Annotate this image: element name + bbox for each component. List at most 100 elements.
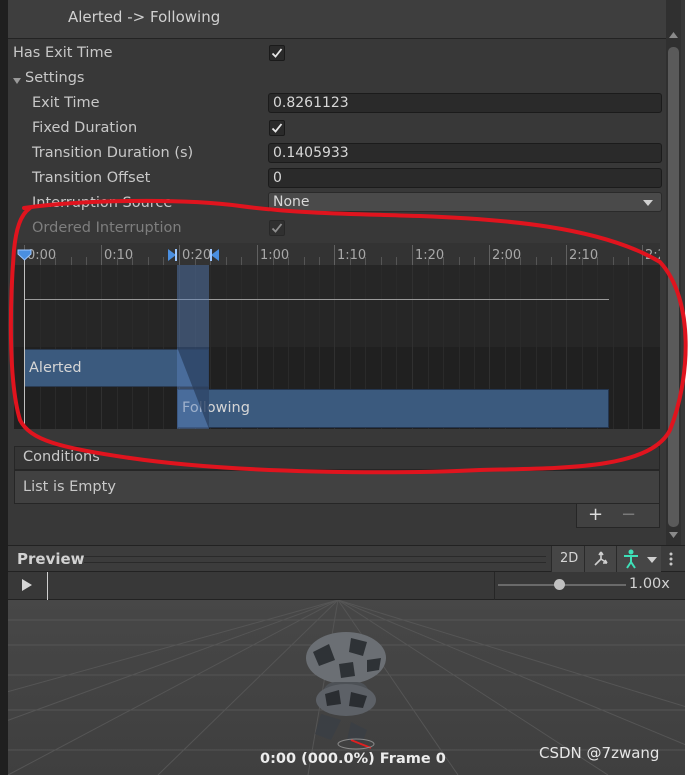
ruler-minor-tick bbox=[581, 257, 583, 265]
ruler-major-tick bbox=[257, 245, 258, 265]
transition-end-handle-icon[interactable] bbox=[209, 248, 221, 262]
ruler-minor-tick bbox=[349, 257, 351, 265]
window-frame-left bbox=[0, 0, 8, 775]
ruler-major-tick bbox=[334, 245, 335, 265]
ruler-minor-tick bbox=[39, 257, 41, 265]
exit-time-field[interactable]: 0.8261123 bbox=[268, 93, 662, 113]
frame-status: 0:00 (000.0%) Frame 0 bbox=[260, 751, 446, 767]
ruler-major-tick bbox=[101, 245, 102, 265]
transition-start-handle-icon[interactable] bbox=[166, 248, 178, 262]
window-frame-right bbox=[685, 0, 693, 775]
animator-inspector-panel: Alerted -> Following Has Exit Time Setti… bbox=[0, 0, 693, 775]
pivot-button[interactable] bbox=[584, 546, 616, 572]
ruler-major-tick bbox=[412, 245, 413, 265]
avatar-dropdown-button[interactable] bbox=[616, 546, 661, 572]
curve-area bbox=[14, 265, 660, 347]
chevron-down-icon bbox=[647, 557, 657, 563]
conditions-footer: + − bbox=[576, 504, 660, 528]
ruler-minor-tick bbox=[612, 257, 614, 265]
ruler-tick-label: 0:20 bbox=[182, 248, 212, 263]
speed-slider-thumb[interactable] bbox=[554, 579, 566, 590]
ruler-tick-label: 2:2 bbox=[645, 248, 660, 263]
preview-time-cursor[interactable] bbox=[47, 572, 48, 600]
ruler-minor-tick bbox=[116, 257, 118, 265]
preview-title: Preview bbox=[17, 550, 85, 568]
ruler-minor-tick bbox=[443, 257, 444, 265]
ruler-minor-tick bbox=[132, 257, 133, 265]
toggle-2d-button[interactable]: 2D bbox=[551, 546, 584, 572]
conditions-empty-text: List is Empty bbox=[23, 479, 116, 495]
timeline-minor-grid-line bbox=[132, 265, 133, 429]
conditions-list: List is Empty bbox=[14, 470, 660, 504]
ruler-minor-tick bbox=[535, 257, 537, 265]
dropdown-arrow-icon bbox=[643, 200, 653, 206]
playhead-line bbox=[24, 257, 25, 429]
exit-time-label: Exit Time bbox=[32, 95, 100, 111]
interruption-source-dropdown[interactable]: None bbox=[268, 192, 662, 212]
ruler-minor-tick bbox=[86, 257, 87, 265]
playhead-marker-icon[interactable] bbox=[17, 249, 32, 261]
interruption-source-label: Interruption Source bbox=[32, 195, 173, 211]
transition-offset-field[interactable]: 0 bbox=[268, 168, 662, 188]
scroll-up-arrow-icon[interactable] bbox=[666, 30, 681, 40]
ruler-minor-tick bbox=[163, 257, 164, 265]
conditions-title: Conditions bbox=[23, 449, 100, 465]
character-model bbox=[306, 632, 386, 750]
ordered-interruption-label: Ordered Interruption bbox=[32, 220, 182, 236]
preview-drag-handle[interactable] bbox=[84, 556, 546, 563]
timeline-minor-grid-line bbox=[39, 265, 41, 429]
ruler-minor-tick bbox=[628, 257, 629, 265]
scrollbar-thumb[interactable] bbox=[668, 47, 679, 527]
transition-timeline[interactable]: 0:000:100:201:001:101:202:002:102:2 Aler… bbox=[14, 243, 660, 429]
timeline-ruler[interactable]: 0:000:100:201:001:101:202:002:102:2 bbox=[14, 243, 660, 265]
timeline-minor-grid-line bbox=[612, 265, 614, 429]
checkmark-icon bbox=[271, 48, 283, 58]
ruler-tick-label: 2:10 bbox=[569, 248, 599, 263]
ruler-minor-tick bbox=[241, 257, 242, 265]
scroll-down-arrow-icon[interactable] bbox=[666, 530, 681, 540]
fixed-duration-checkbox[interactable] bbox=[269, 120, 285, 136]
ruler-tick-label: 1:10 bbox=[337, 248, 367, 263]
ruler-minor-tick bbox=[520, 257, 521, 265]
ruler-minor-tick bbox=[319, 257, 320, 265]
pivot-icon bbox=[594, 551, 608, 566]
transition-duration-field[interactable]: 0.1405933 bbox=[268, 143, 662, 163]
ruler-minor-tick bbox=[272, 257, 274, 265]
preview-playback-bar: 1.00x bbox=[8, 572, 685, 600]
weight-curve-line bbox=[24, 299, 609, 300]
speed-value: 1.00x bbox=[629, 576, 670, 592]
ruler-minor-tick bbox=[396, 257, 397, 265]
ruler-tick-label: 1:20 bbox=[415, 248, 445, 263]
ruler-minor-tick bbox=[55, 257, 56, 265]
ruler-minor-tick bbox=[427, 257, 429, 265]
ruler-minor-tick bbox=[194, 257, 196, 265]
timeline-grid-line bbox=[642, 265, 643, 429]
transition-offset-label: Transition Offset bbox=[32, 170, 151, 186]
play-icon[interactable] bbox=[21, 578, 33, 592]
destination-state-bar[interactable]: Following bbox=[177, 389, 609, 428]
ruler-minor-tick bbox=[147, 257, 149, 265]
fixed-duration-label: Fixed Duration bbox=[32, 120, 138, 136]
ruler-minor-tick bbox=[597, 257, 598, 265]
conditions-header: Conditions bbox=[14, 446, 660, 470]
transition-duration-label: Transition Duration (s) bbox=[32, 145, 194, 161]
ruler-major-tick bbox=[179, 245, 180, 265]
ruler-minor-tick bbox=[474, 257, 475, 265]
preview-divider bbox=[494, 572, 495, 600]
checkmark-icon bbox=[271, 123, 283, 133]
remove-condition-button: − bbox=[621, 504, 637, 525]
timeline-minor-grid-line bbox=[163, 265, 164, 429]
timeline-minor-grid-line bbox=[55, 265, 56, 429]
interruption-source-value: None bbox=[273, 194, 310, 210]
ruler-major-tick bbox=[642, 245, 643, 265]
add-condition-button[interactable]: + bbox=[588, 504, 603, 525]
has-exit-time-checkbox[interactable] bbox=[269, 45, 285, 61]
ruler-major-tick bbox=[566, 245, 567, 265]
source-state-label: Alerted bbox=[29, 360, 82, 376]
has-exit-time-label: Has Exit Time bbox=[13, 45, 113, 61]
ruler-minor-tick bbox=[70, 257, 72, 265]
timeline-minor-grid-line bbox=[116, 265, 118, 429]
more-icon[interactable] bbox=[668, 551, 674, 567]
ordered-interruption-checkbox bbox=[269, 220, 285, 236]
ruler-tick-label: 1:00 bbox=[260, 248, 290, 263]
